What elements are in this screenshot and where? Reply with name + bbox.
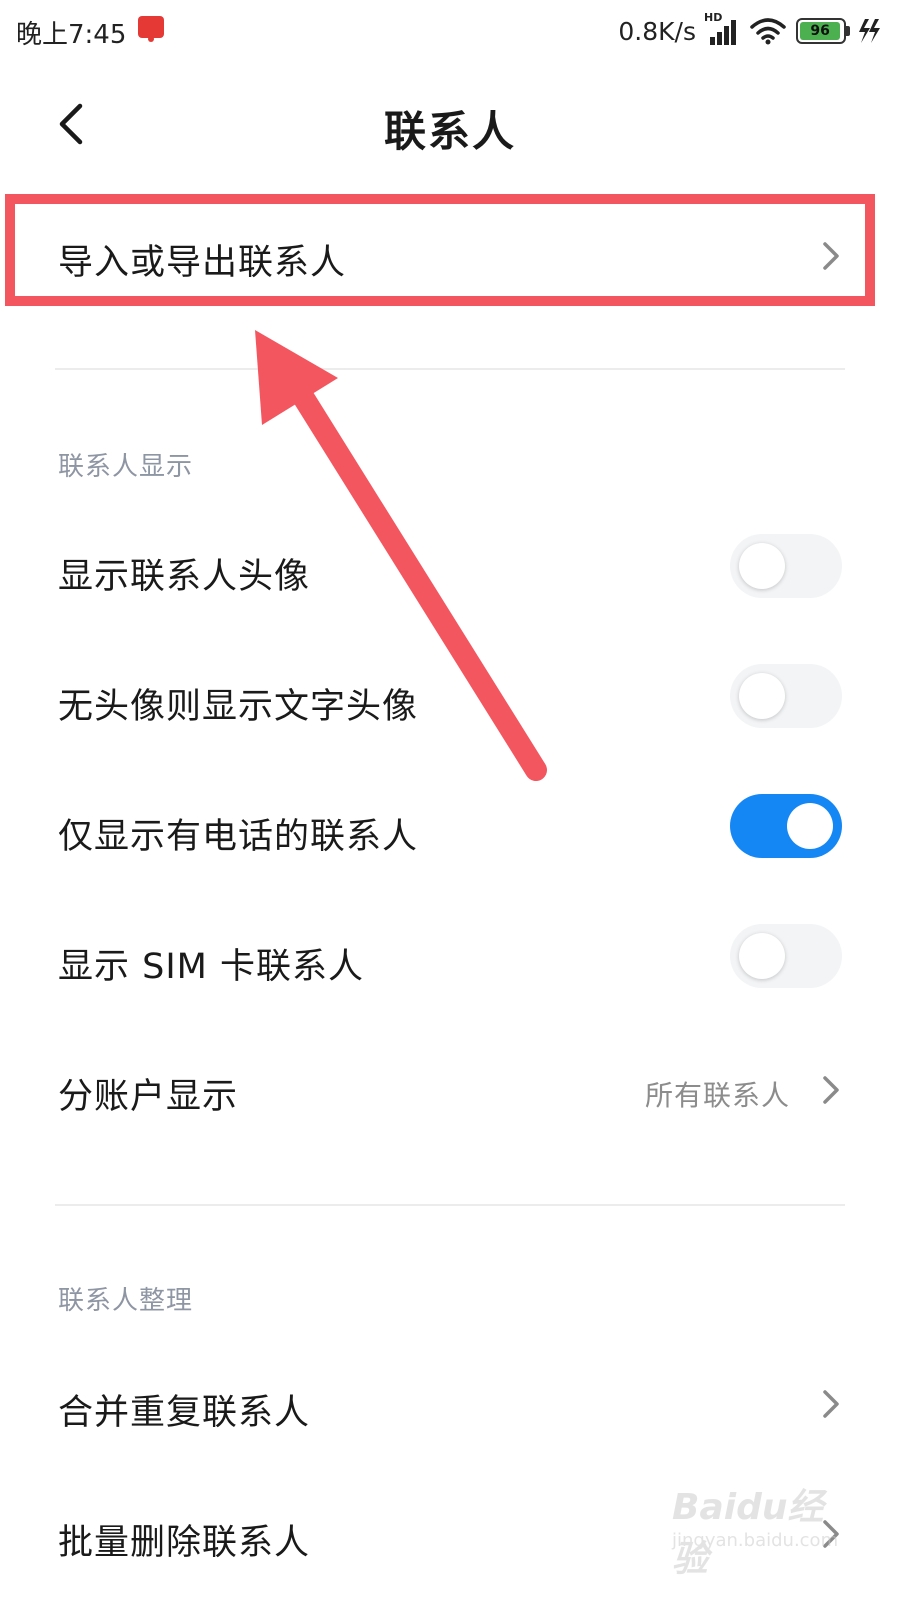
battery-level: 96 — [800, 22, 841, 40]
toggle-knob — [739, 673, 785, 719]
status-indicators: 0.8K/s HD 96 — [618, 11, 882, 48]
setting-row-phone-only: 仅显示有电话的联系人 — [0, 762, 900, 892]
section-title-organize: 联系人整理 — [58, 1286, 194, 1316]
toggle-knob — [739, 933, 785, 979]
import-export-contacts-row[interactable]: 导入或导出联系人 — [0, 200, 900, 304]
network-speed: 0.8K/s — [618, 16, 696, 46]
setting-label: 无头像则显示文字头像 — [58, 687, 419, 727]
wifi-icon — [750, 18, 786, 45]
toggle-knob — [787, 803, 833, 849]
setting-label: 仅显示有电话的联系人 — [58, 817, 419, 857]
import-export-label: 导入或导出联系人 — [58, 243, 347, 283]
show-avatar-toggle[interactable] — [730, 534, 842, 598]
account-display-value: 所有联系人 — [644, 1079, 790, 1112]
chevron-right-icon — [823, 1520, 839, 1548]
setting-label: 显示 SIM 卡联系人 — [58, 947, 364, 987]
phone-only-toggle[interactable] — [730, 794, 842, 858]
section-title-display: 联系人显示 — [58, 452, 194, 482]
divider — [55, 1204, 845, 1206]
setting-label: 批量删除联系人 — [58, 1523, 311, 1563]
setting-label: 分账户显示 — [58, 1077, 239, 1117]
merge-duplicates-row[interactable]: 合并重复联系人 — [0, 1338, 900, 1468]
setting-label: 显示联系人头像 — [58, 557, 311, 597]
setting-row-text-avatar: 无头像则显示文字头像 — [0, 632, 900, 762]
status-time: 晚上7:45 — [16, 20, 127, 50]
network-type-label: HD — [704, 11, 723, 24]
setting-row-sim-contacts: 显示 SIM 卡联系人 — [0, 892, 900, 1022]
text-avatar-toggle[interactable] — [730, 664, 842, 728]
status-bar: 晚上7:45 0.8K/s HD 96 — [0, 0, 900, 62]
setting-row-show-avatar: 显示联系人头像 — [0, 502, 900, 632]
divider — [55, 368, 845, 370]
notification-app-icon — [138, 16, 164, 42]
chevron-right-icon — [823, 1390, 839, 1418]
batch-delete-row[interactable]: 批量删除联系人 — [0, 1468, 900, 1600]
page-title: 联系人 — [383, 107, 516, 156]
chevron-right-icon — [823, 1076, 839, 1104]
chevron-right-icon — [823, 242, 839, 270]
account-display-row[interactable]: 分账户显示 所有联系人 — [0, 1022, 900, 1152]
toggle-knob — [739, 543, 785, 589]
cellular-signal-icon: HD — [704, 11, 738, 45]
battery-icon: 96 — [796, 18, 850, 44]
setting-label: 合并重复联系人 — [58, 1393, 311, 1433]
charging-icon — [859, 19, 880, 43]
header: 联系人 — [0, 62, 900, 187]
sim-contacts-toggle[interactable] — [730, 924, 842, 988]
